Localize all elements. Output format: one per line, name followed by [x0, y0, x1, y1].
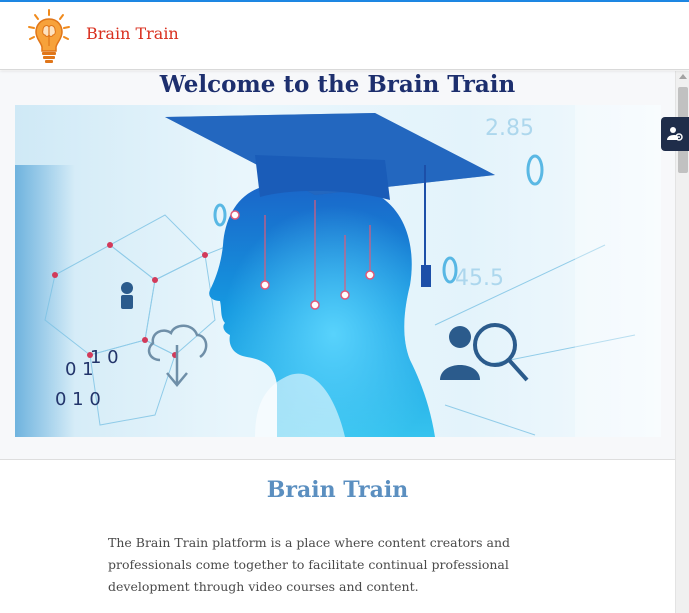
svg-text:2.85: 2.85	[485, 116, 534, 141]
site-header: Brain Train	[0, 2, 689, 70]
accessibility-button[interactable]	[661, 117, 689, 151]
page-title: Welcome to the Brain Train	[159, 71, 516, 98]
svg-text:45.5: 45.5	[455, 266, 504, 291]
about-title: Brain Train	[266, 477, 409, 503]
hero-image: 0 1 0 1 0 1 0 2.85 45.5	[15, 105, 661, 437]
graduate-silhouette-illustration: 0 1 0 1 0 1 0 2.85 45.5	[15, 105, 661, 437]
page-scrollbar[interactable]	[675, 71, 689, 613]
svg-text:0 1 0: 0 1 0	[55, 389, 101, 410]
user-settings-icon	[667, 127, 683, 141]
main-content: Welcome to the Brain Train 0 1 0 1 0 1 0…	[0, 71, 675, 613]
lightbulb-brain-icon[interactable]	[26, 8, 72, 66]
about-text: The Brain Train platform is a place wher…	[108, 535, 511, 594]
brand-link[interactable]: Brain Train	[86, 24, 179, 43]
svg-text:1 0: 1 0	[90, 347, 119, 368]
about-section: Brain Train The Brain Train platform is …	[0, 460, 675, 613]
scroll-up-arrow-icon[interactable]	[679, 74, 687, 79]
